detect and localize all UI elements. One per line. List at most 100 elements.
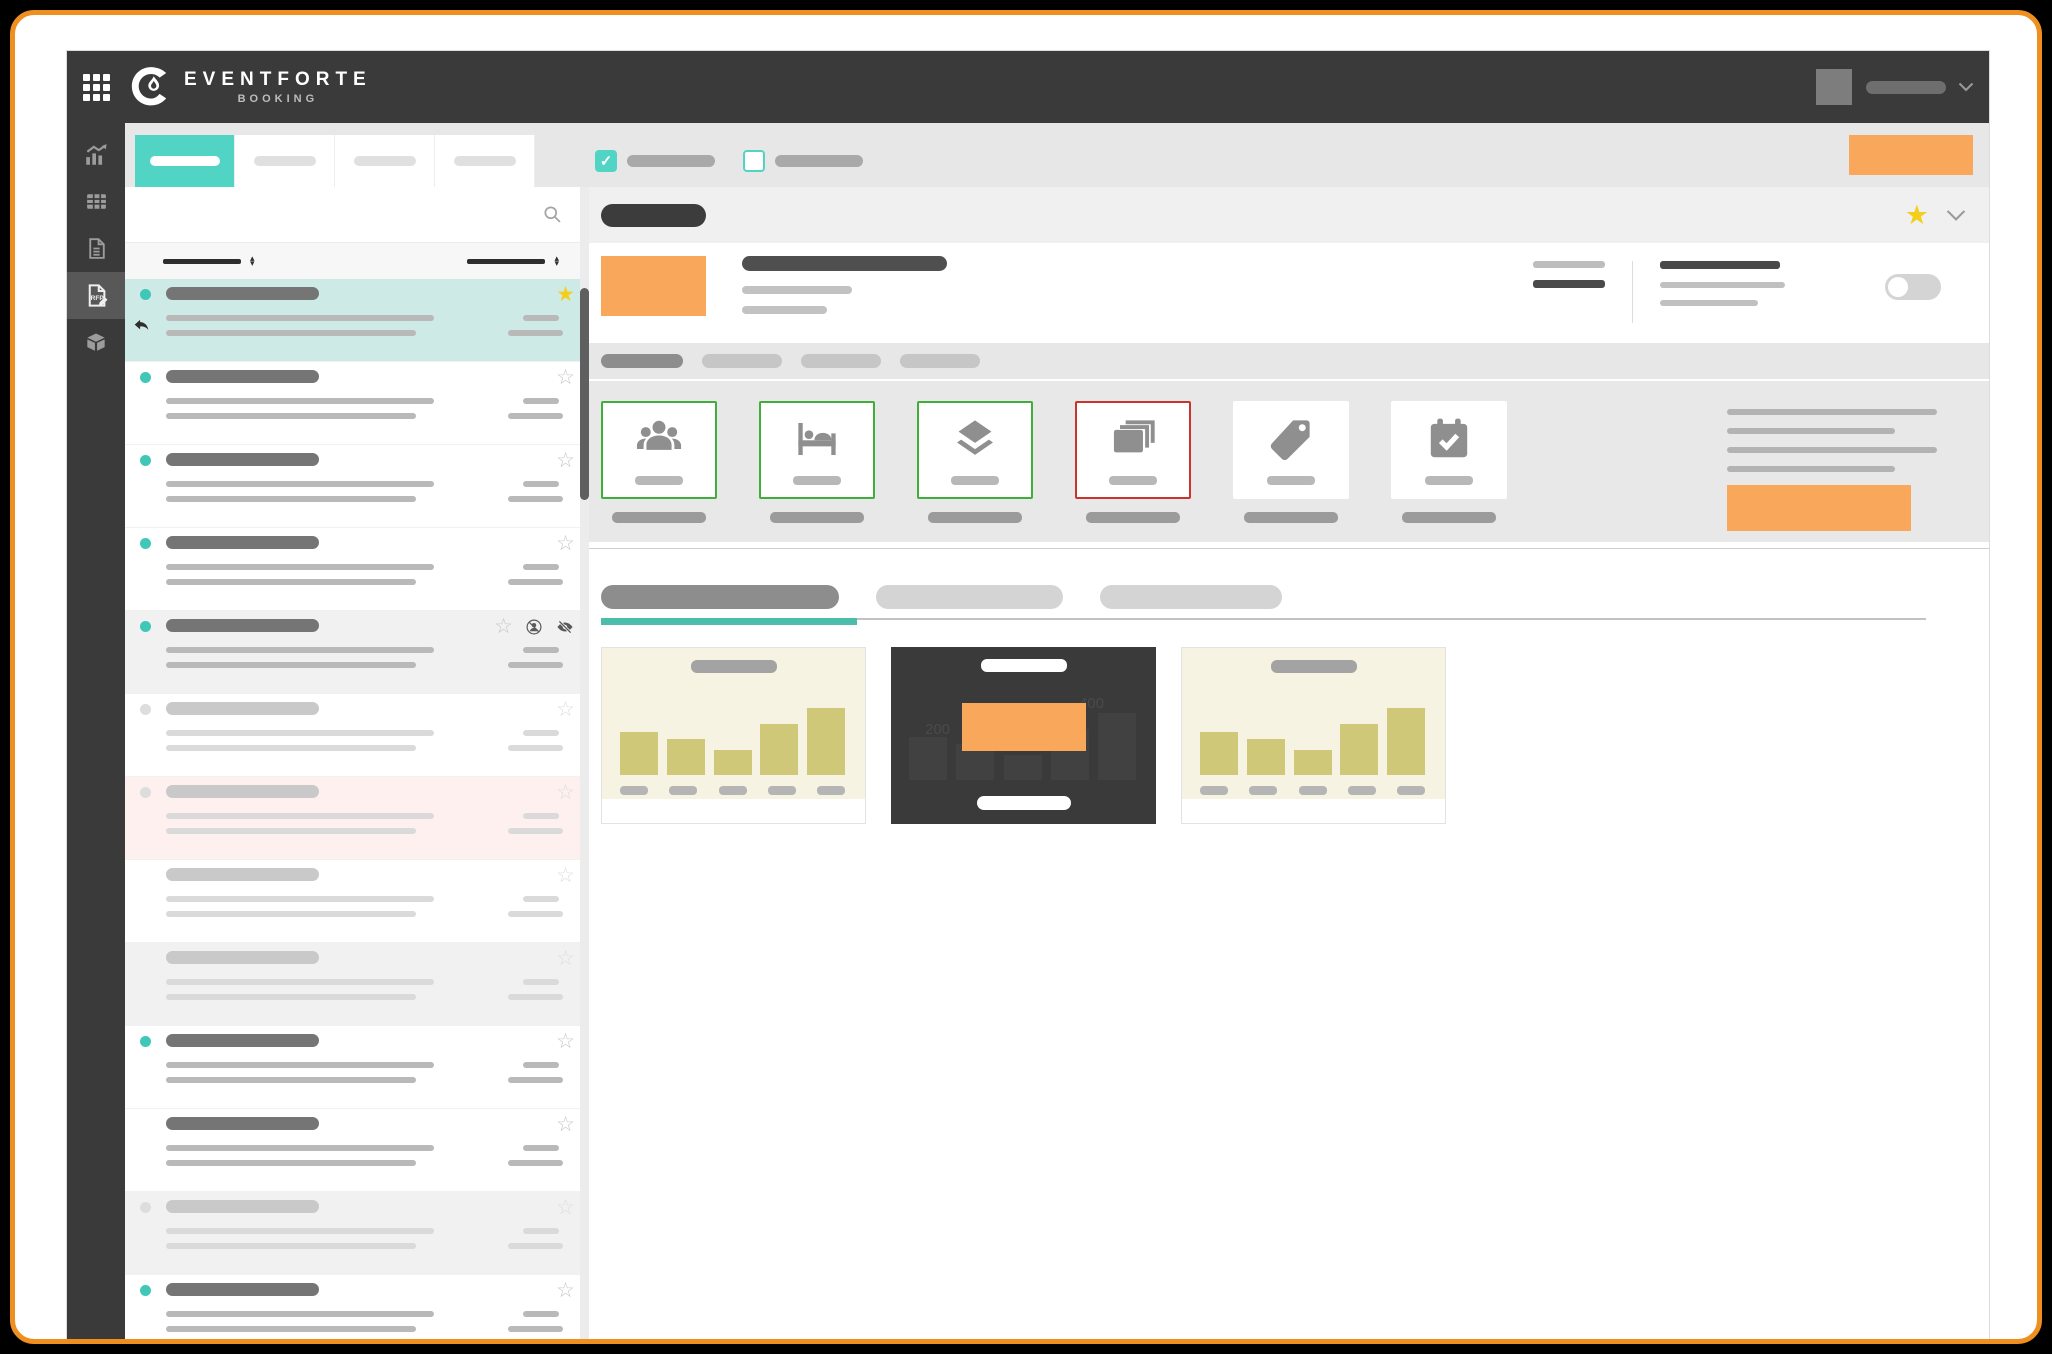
list-item[interactable]: ☆: [125, 528, 589, 611]
subnav-item-3[interactable]: [801, 354, 881, 368]
chart-tab-2[interactable]: [876, 585, 1063, 609]
collapse-chevron-icon[interactable]: [1945, 209, 1967, 222]
brand-subtitle: BOOKING: [184, 93, 372, 105]
resource-card-button[interactable]: [759, 401, 875, 499]
tab-4[interactable]: [435, 135, 535, 187]
status-dot: [140, 1285, 151, 1296]
sort-column-2[interactable]: ▴▾: [467, 256, 559, 266]
list-item[interactable]: ☆: [125, 1275, 589, 1339]
primary-action-button[interactable]: [1849, 135, 1973, 175]
star-outline-icon[interactable]: ☆: [556, 1030, 575, 1054]
favorite-star-icon[interactable]: ★: [556, 283, 575, 307]
star-outline-icon[interactable]: ☆: [556, 947, 575, 971]
chart-thumbnail-3[interactable]: [1181, 647, 1446, 824]
search-icon[interactable]: [542, 204, 563, 225]
list-item[interactable]: ☆: [125, 445, 589, 528]
avatar[interactable]: [1816, 69, 1852, 105]
detail-thumbnail[interactable]: [601, 256, 706, 316]
item-meta-placeholder: [508, 1243, 563, 1249]
tab-2[interactable]: [235, 135, 335, 187]
list-column-headers: ▴▾ ▴▾: [125, 243, 589, 279]
tab-3[interactable]: [335, 135, 435, 187]
checkbox-unchecked-icon[interactable]: [743, 150, 765, 172]
list-item[interactable]: ☆: [125, 1026, 589, 1109]
star-outline-icon[interactable]: ☆: [556, 449, 575, 473]
toggle-switch[interactable]: [1885, 274, 1941, 300]
star-outline-icon[interactable]: ☆: [556, 1196, 575, 1220]
star-outline-icon[interactable]: ☆: [494, 615, 513, 639]
nav-item-inventory[interactable]: [67, 319, 125, 366]
star-outline-icon[interactable]: ☆: [556, 1279, 575, 1303]
card-value-placeholder: [1109, 476, 1157, 485]
resource-card-button[interactable]: [1233, 401, 1349, 499]
tabs: [135, 135, 535, 187]
status-dot: [140, 621, 151, 632]
subnav-item-4[interactable]: [900, 354, 980, 368]
nav-item-rfp[interactable]: RFP: [67, 272, 125, 319]
app-grid-icon[interactable]: [83, 74, 110, 101]
detail-title-placeholder: [601, 204, 706, 227]
status-dot: [140, 455, 151, 466]
sort-column-1[interactable]: ▴▾: [163, 256, 255, 266]
list-item[interactable]: ★: [125, 279, 589, 362]
item-icons: ☆: [494, 615, 575, 639]
list-item[interactable]: ☆: [125, 943, 589, 1026]
chart-title-placeholder: [691, 660, 777, 673]
chevron-down-icon[interactable]: [1958, 82, 1974, 92]
item-title-placeholder: [166, 1034, 319, 1047]
resource-card-button[interactable]: [1075, 401, 1191, 499]
table-grid-icon: [84, 189, 109, 214]
resource-card-attendees: [601, 401, 717, 531]
tag-icon: [1265, 413, 1317, 465]
nav-item-documents[interactable]: [67, 225, 125, 272]
star-outline-icon[interactable]: ☆: [556, 864, 575, 888]
checkbox-checked-icon[interactable]: ✓: [595, 150, 617, 172]
thumbnail-footer: [1182, 799, 1445, 823]
list-item[interactable]: ☆: [125, 362, 589, 445]
thumbnail-action-button[interactable]: [962, 703, 1086, 751]
status-dot: [140, 1202, 151, 1213]
list-item[interactable]: ☆: [125, 1192, 589, 1275]
chart-tab-3[interactable]: [1100, 585, 1282, 609]
item-text-placeholder: [166, 647, 434, 653]
resource-card-button[interactable]: [917, 401, 1033, 499]
star-outline-icon[interactable]: ☆: [556, 1113, 575, 1137]
nav-item-analytics[interactable]: [67, 131, 125, 178]
chart-thumbnail-2-hover[interactable]: 400 200 $: [891, 647, 1156, 824]
user-menu[interactable]: [1816, 69, 1974, 105]
subnav-item-2[interactable]: [702, 354, 782, 368]
item-text-placeholder: [166, 315, 434, 321]
star-outline-icon[interactable]: ☆: [556, 366, 575, 390]
layers-icon: [949, 413, 1001, 465]
item-text-placeholder: [166, 979, 434, 985]
list-item[interactable]: ☆: [125, 611, 589, 694]
star-outline-icon[interactable]: ☆: [556, 781, 575, 805]
bar: [620, 732, 658, 775]
item-icons: ☆: [556, 1279, 575, 1303]
filter-option-2: [743, 150, 863, 172]
favorite-star-icon[interactable]: ★: [1905, 203, 1929, 227]
resource-card-button[interactable]: [1391, 401, 1507, 499]
nav-rail: RFP: [67, 123, 125, 1339]
band-action-button[interactable]: [1727, 485, 1911, 531]
text-line-placeholder: [1727, 466, 1895, 472]
calendar-check-icon: [1423, 413, 1475, 465]
search-input[interactable]: [125, 206, 542, 223]
item-text-placeholder: [166, 813, 434, 819]
list-item[interactable]: ☆: [125, 1109, 589, 1192]
eye-hidden-icon[interactable]: [555, 618, 575, 636]
axis-tick-placeholders: [620, 786, 845, 795]
list-item[interactable]: ☆: [125, 777, 589, 860]
tab-1-active[interactable]: [135, 135, 235, 187]
resource-card-button[interactable]: [601, 401, 717, 499]
subnav-item-1-active[interactable]: [601, 354, 683, 368]
nav-item-tables[interactable]: [67, 178, 125, 225]
chart-tab-1-active[interactable]: [601, 585, 839, 609]
scrollbar-thumb[interactable]: [580, 288, 589, 500]
user-hidden-icon[interactable]: [525, 618, 543, 636]
list-item[interactable]: ☆: [125, 694, 589, 777]
star-outline-icon[interactable]: ☆: [556, 532, 575, 556]
chart-thumbnail-1[interactable]: [601, 647, 866, 824]
list-item[interactable]: ☆: [125, 860, 589, 943]
star-outline-icon[interactable]: ☆: [556, 698, 575, 722]
